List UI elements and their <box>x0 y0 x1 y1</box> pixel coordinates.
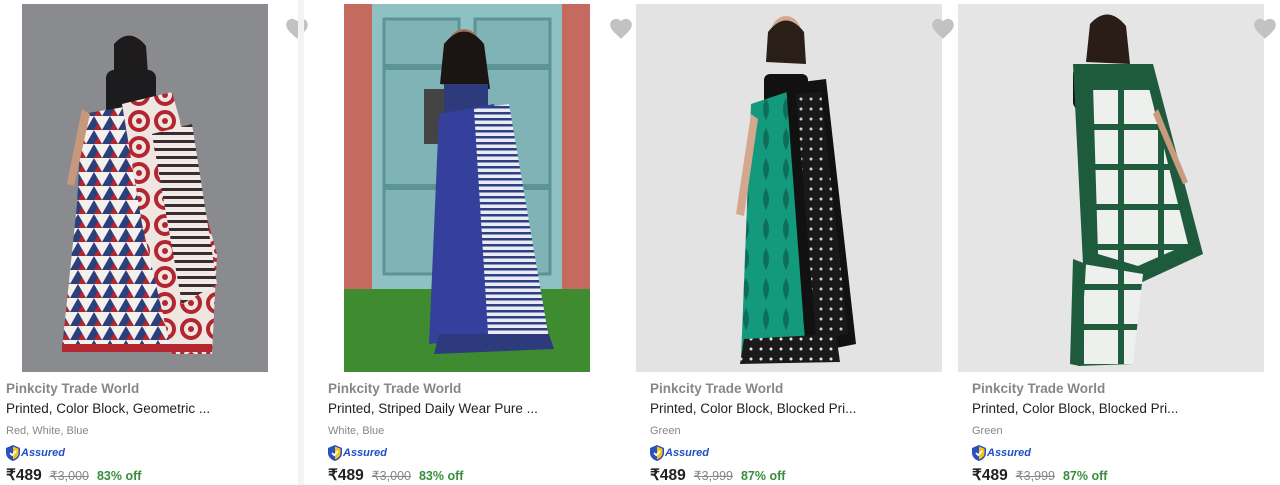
product-image[interactable] <box>22 4 268 372</box>
wishlist-heart-icon[interactable] <box>608 16 634 42</box>
wishlist-heart-icon[interactable] <box>930 16 956 42</box>
price-row: ₹489 ₹3,000 83% off <box>6 466 306 485</box>
brand-name: Pinkcity Trade World <box>328 381 462 396</box>
assured-badge: Assured <box>328 445 628 461</box>
price-row: ₹489 ₹3,999 87% off <box>650 466 950 485</box>
discount-label: 83% off <box>96 469 142 483</box>
product-color: Green <box>972 425 1003 437</box>
product-image[interactable] <box>958 4 1264 372</box>
product-title[interactable]: Printed, Color Block, Blocked Pri... <box>972 400 1272 418</box>
discount-label: 83% off <box>418 469 464 483</box>
discount-label: 87% off <box>740 469 786 483</box>
price-row: ₹489 ₹3,000 83% off <box>328 466 628 485</box>
brand-name: Pinkcity Trade World <box>972 381 1106 396</box>
product-image[interactable] <box>636 4 942 372</box>
product-title[interactable]: Printed, Color Block, Geometric ... <box>6 400 306 418</box>
assured-badge: Assured <box>6 445 306 461</box>
brand-name: Pinkcity Trade World <box>6 381 140 396</box>
product-title[interactable]: Printed, Striped Daily Wear Pure ... <box>328 400 628 418</box>
shield-icon <box>650 445 664 461</box>
product-card[interactable]: Pinkcity Trade World Printed, Striped Da… <box>322 0 644 485</box>
product-color: Green <box>650 425 681 437</box>
product-card[interactable]: Pinkcity Trade World Printed, Color Bloc… <box>636 0 966 485</box>
product-title[interactable]: Printed, Color Block, Blocked Pri... <box>650 400 950 418</box>
product-info: Pinkcity Trade World Printed, Color Bloc… <box>6 380 306 485</box>
selling-price: ₹489 <box>6 467 42 484</box>
selling-price: ₹489 <box>328 467 364 484</box>
product-info: Pinkcity Trade World Printed, Striped Da… <box>328 380 628 485</box>
product-image[interactable] <box>344 4 590 372</box>
shield-icon <box>972 445 986 461</box>
card-divider <box>298 0 304 485</box>
product-grid: Pinkcity Trade World Printed, Color Bloc… <box>0 0 1280 485</box>
original-price: ₹3,000 <box>49 469 89 483</box>
assured-label: Assured <box>21 447 66 459</box>
product-info: Pinkcity Trade World Printed, Color Bloc… <box>972 380 1272 485</box>
shield-icon <box>328 445 342 461</box>
product-card[interactable]: Pinkcity Trade World Printed, Color Bloc… <box>0 0 322 485</box>
assured-badge: Assured <box>972 445 1272 461</box>
discount-label: 87% off <box>1062 469 1108 483</box>
brand-name: Pinkcity Trade World <box>650 381 784 396</box>
assured-badge: Assured <box>650 445 950 461</box>
selling-price: ₹489 <box>650 467 686 484</box>
saree-red-white-blue-icon <box>22 4 268 372</box>
product-color: White, Blue <box>328 425 385 437</box>
wishlist-heart-icon[interactable] <box>1252 16 1278 42</box>
saree-green-black-icon <box>636 4 942 372</box>
product-color: Red, White, Blue <box>6 425 89 437</box>
saree-green-white-icon <box>958 4 1264 372</box>
shield-icon <box>6 445 20 461</box>
original-price: ₹3,999 <box>693 469 733 483</box>
selling-price: ₹489 <box>972 467 1008 484</box>
saree-blue-striped-icon <box>344 4 590 372</box>
price-row: ₹489 ₹3,999 87% off <box>972 466 1272 485</box>
original-price: ₹3,999 <box>1015 469 1055 483</box>
assured-label: Assured <box>665 447 710 459</box>
wishlist-heart-icon[interactable] <box>284 16 310 42</box>
assured-label: Assured <box>343 447 388 459</box>
original-price: ₹3,000 <box>371 469 411 483</box>
product-card[interactable]: Pinkcity Trade World Printed, Color Bloc… <box>958 0 1280 485</box>
product-info: Pinkcity Trade World Printed, Color Bloc… <box>650 380 950 485</box>
assured-label: Assured <box>987 447 1032 459</box>
